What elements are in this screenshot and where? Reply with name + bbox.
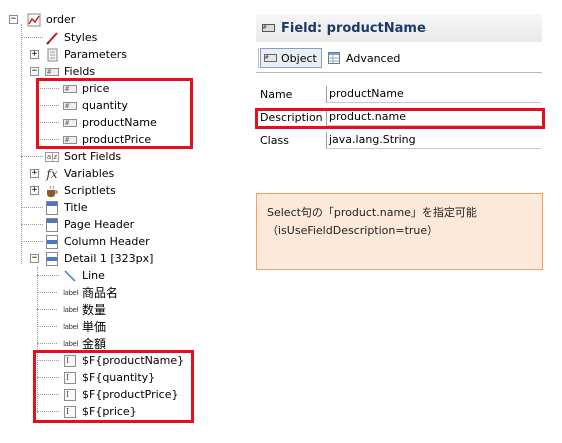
property-class-label: Class (260, 134, 289, 147)
tree-label-title: Title (64, 201, 88, 214)
tree-node-parameters[interactable]: Parameters (44, 46, 127, 63)
tree-node-styles[interactable]: Styles (44, 29, 97, 46)
band-icon (44, 217, 60, 232)
tree-node-line[interactable]: Line (62, 267, 105, 284)
tree-node-order[interactable]: order (26, 11, 75, 28)
tree-connector (37, 309, 57, 310)
function-icon: fx (44, 167, 60, 181)
properties-title: Field: productName (281, 20, 426, 36)
tree-connector (37, 275, 59, 276)
tab-object[interactable]: # Object (260, 48, 322, 68)
tree-node-title-band[interactable]: Title (44, 199, 88, 216)
pencil-icon (44, 31, 60, 45)
line-icon (62, 269, 78, 283)
tree-label-parameters: Parameters (64, 48, 127, 61)
tab-advanced[interactable]: Advanced (328, 48, 408, 68)
tree-label-scriptlets: Scriptlets (64, 184, 116, 197)
label-icon: label (63, 305, 78, 314)
tree-node-static-label[interactable]: label 単価 (60, 318, 106, 335)
collapse-toggle-order[interactable]: − (9, 15, 18, 24)
tree-node-sort-fields[interactable]: a|z Sort Fields (44, 148, 121, 165)
textfields-highlight-box (33, 350, 194, 423)
parameters-icon (44, 48, 60, 62)
tree-connector (37, 292, 57, 293)
properties-tabs: # Object Advanced (256, 44, 542, 73)
tree-connector (37, 326, 57, 327)
tree-label-column-header: Column Header (64, 235, 150, 248)
name-field[interactable]: productName (326, 86, 541, 103)
field-icon: # (262, 24, 275, 32)
tree-label-detail: Detail 1 [323px] (64, 252, 154, 265)
static-label-text: 商品名 (82, 286, 119, 300)
band-icon (44, 251, 60, 266)
expand-toggle-variables[interactable]: + (30, 169, 39, 178)
property-name-label: Name (260, 88, 293, 101)
sort-icon-text: a|z (44, 151, 60, 162)
tree-connector (21, 37, 43, 38)
field-icon: # (264, 54, 277, 62)
class-field[interactable]: java.lang.String (326, 132, 541, 149)
tree-node-scriptlets[interactable]: Scriptlets (44, 182, 116, 199)
tree-connector (21, 224, 43, 225)
tab-object-label: Object (281, 51, 317, 65)
report-outline-tree: − + − + + − order Styles Parameters # Fi… (0, 0, 245, 443)
label-icon: label (63, 322, 78, 331)
sort-icon: a|z (44, 150, 60, 164)
fields-folder-icon: # (44, 65, 60, 79)
static-label-text: 数量 (82, 303, 107, 317)
tree-connector (21, 207, 43, 208)
property-row-name: Name productName (256, 84, 546, 106)
tree-label-styles: Styles (64, 31, 98, 44)
tree-label-variables: Variables (64, 167, 115, 180)
tree-label-order: order (46, 13, 76, 26)
collapse-toggle-detail[interactable]: − (30, 254, 39, 263)
coffee-cup-icon (44, 184, 60, 198)
fx-icon-text: fx (46, 166, 58, 181)
collapse-toggle-fields[interactable]: − (30, 67, 39, 76)
note-line-2: （isUseFieldDescription=true） (267, 224, 439, 237)
tree-label-page-header: Page Header (64, 218, 135, 231)
property-row-class: Class java.lang.String (256, 130, 546, 152)
band-icon (44, 234, 60, 249)
tree-node-static-label[interactable]: label 数量 (60, 301, 106, 318)
tree-label-sort-fields: Sort Fields (64, 150, 122, 163)
band-icon (44, 200, 60, 215)
tree-node-page-header[interactable]: Page Header (44, 216, 134, 233)
tree-label-line: Line (82, 269, 105, 282)
tree-label-fields: Fields (64, 65, 96, 78)
tree-connector (21, 156, 43, 157)
description-highlight-box (255, 108, 545, 129)
note-line-1: Select句の「product.name」を指定可能 (267, 206, 477, 219)
expand-toggle-parameters[interactable]: + (30, 50, 39, 59)
tree-connector (37, 343, 57, 344)
tree-node-column-header[interactable]: Column Header (44, 233, 150, 250)
expand-toggle-scriptlets[interactable]: + (30, 186, 39, 195)
report-icon (26, 13, 42, 27)
label-icon: label (63, 288, 78, 297)
table-icon (328, 52, 340, 64)
static-label-text: 単価 (82, 320, 107, 334)
annotation-note: Select句の「product.name」を指定可能 （isUseFieldD… (256, 193, 543, 270)
tree-connector (21, 241, 43, 242)
tree-node-static-label[interactable]: label 商品名 (60, 284, 118, 301)
tree-node-variables[interactable]: fx Variables (44, 165, 114, 182)
properties-title-bar: # Field: productName (256, 14, 542, 42)
tab-advanced-label: Advanced (346, 51, 401, 65)
tree-node-detail[interactable]: Detail 1 [323px] (44, 250, 153, 267)
label-icon: label (63, 339, 78, 348)
fields-highlight-box (36, 78, 193, 149)
tree-connector (21, 24, 22, 264)
